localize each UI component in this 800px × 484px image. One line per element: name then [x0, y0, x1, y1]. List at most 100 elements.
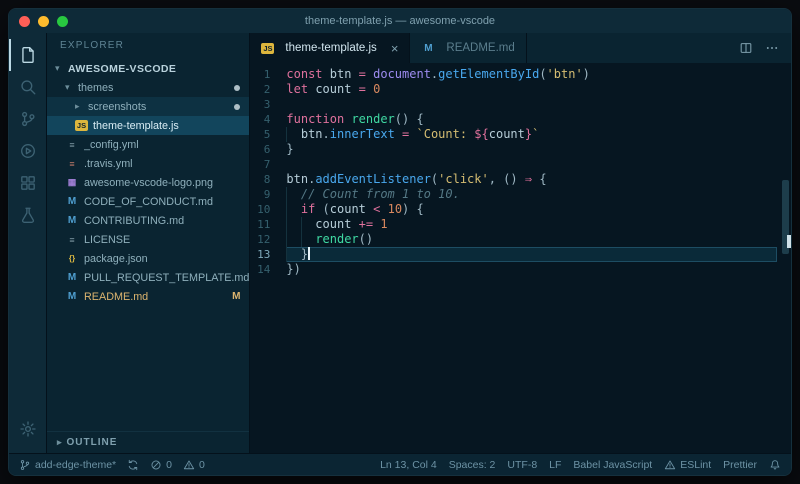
activity-item-run[interactable]	[9, 135, 46, 167]
file-name: awesome-vscode-logo.png	[84, 176, 214, 189]
line-number: 6	[263, 143, 271, 156]
outline-section[interactable]: ▸ OUTLINE	[47, 431, 250, 453]
indent-guide	[286, 127, 288, 142]
outline-label: OUTLINE	[66, 437, 118, 448]
branch-icon	[19, 459, 31, 471]
status-cursor-position[interactable]: Ln 13, Col 4	[380, 459, 437, 471]
chevron-down-icon: ▾	[65, 82, 70, 92]
overview-ruler-cursor	[787, 234, 791, 248]
tree-item-config-yml[interactable]: ≡ _config.yml	[47, 135, 249, 154]
tab-readme-md[interactable]: M README.md	[410, 33, 527, 63]
code-line-5: 5 btn.innerText = `Count: ${count}`	[250, 127, 791, 142]
tree-item-themes[interactable]: ▾ themes	[47, 78, 249, 97]
maximize-button[interactable]	[57, 15, 68, 27]
code-content: btn.addEventListener('click', () ⇒ {	[286, 172, 547, 186]
indent-guide	[300, 232, 302, 247]
file-name: screenshots	[88, 100, 147, 113]
status-git-branch[interactable]: add-edge-theme*	[19, 459, 116, 471]
status-label: Babel JavaScript	[573, 458, 653, 471]
modified-dot-icon	[234, 84, 241, 91]
code-content: if (count < 10) {	[286, 202, 777, 217]
activity-item-settings[interactable]	[9, 413, 46, 445]
indent-guide	[300, 217, 302, 232]
md-file-icon: M	[67, 215, 77, 226]
line-number: 13	[257, 248, 271, 261]
indent-guide	[286, 247, 288, 262]
code-line-10: 10 if (count < 10) {	[250, 202, 791, 217]
file-name: .travis.yml	[84, 157, 133, 170]
tree-item-package-json[interactable]: {} package.json	[47, 249, 249, 268]
tree-item-screenshots[interactable]: ▸ screenshots	[47, 97, 250, 116]
code-content: function render() {	[286, 112, 424, 126]
code-content	[286, 157, 777, 172]
indent-guide	[286, 232, 288, 247]
chevron-right-icon: ▸	[57, 437, 63, 447]
extensions-icon	[19, 174, 37, 192]
more-actions-button[interactable]	[765, 41, 779, 55]
file-name: LICENSE	[84, 233, 131, 246]
close-button[interactable]	[19, 15, 30, 27]
file-name: theme-template.js	[93, 119, 179, 132]
code-editor[interactable]: 1 const btn = document.getElementById('bt…	[250, 63, 791, 453]
tree-item-license[interactable]: ≡ LICENSE	[47, 230, 249, 249]
activity-item-extensions[interactable]	[9, 167, 46, 199]
activity-item-explorer[interactable]	[9, 39, 46, 71]
tree-item-travis-yml[interactable]: ≡ .travis.yml	[47, 154, 249, 173]
text-cursor	[308, 247, 311, 260]
js-file-icon: JS	[75, 120, 88, 131]
line-number: 5	[263, 128, 271, 141]
tree-item-awesome-vscode-logo-png[interactable]: ▦ awesome-vscode-logo.png	[47, 173, 249, 192]
status-problems-warnings[interactable]: 0	[183, 459, 205, 471]
code-line-4: 4 function render() {	[250, 112, 791, 127]
minimize-button[interactable]	[38, 15, 49, 27]
tree-item-code-of-conduct-md[interactable]: M CODE_OF_CONDUCT.md	[47, 192, 249, 211]
status-eol[interactable]: LF	[549, 459, 561, 471]
tree-item-awesome-vscode[interactable]: ▾ AWESOME-VSCODE	[47, 59, 249, 78]
scrollbar[interactable]	[779, 63, 791, 453]
status-encoding[interactable]: UTF-8	[507, 459, 537, 471]
file-name: themes	[78, 81, 114, 94]
file-name: README.md	[84, 290, 149, 303]
code-content	[286, 97, 777, 112]
tree-item-theme-template-js[interactable]: JS theme-template.js	[47, 116, 250, 135]
run-icon	[19, 142, 37, 160]
status-problems-errors[interactable]: 0	[150, 459, 172, 471]
tab-theme-template-js[interactable]: JS theme-template.js ×	[250, 33, 411, 63]
activity-item-search[interactable]	[9, 71, 46, 103]
split-editor-button[interactable]	[739, 41, 753, 55]
tree-item-pull-request-template-md[interactable]: M PULL_REQUEST_TEMPLATE.md	[47, 268, 250, 287]
code-line-3: 3	[250, 97, 791, 112]
indent-guide	[286, 202, 288, 217]
status-notifications[interactable]	[769, 459, 781, 471]
line-number: 1	[263, 68, 271, 81]
status-eslint[interactable]: ESLint	[664, 459, 711, 471]
file-file-icon: ≡	[69, 234, 75, 245]
code-content: }	[286, 142, 294, 156]
status-sync[interactable]	[127, 459, 139, 471]
tabs: JS theme-template.js × M README.md	[250, 33, 527, 63]
status-prettier[interactable]: Prettier	[723, 459, 757, 471]
line-number: 9	[263, 188, 271, 201]
line-number: 8	[263, 173, 271, 186]
yaml-file-icon: ≡	[69, 158, 75, 169]
activity-item-testing[interactable]	[9, 199, 46, 231]
status-label: add-edge-theme*	[35, 458, 117, 471]
close-icon[interactable]: ×	[391, 42, 399, 55]
line-number: 4	[263, 113, 271, 126]
explorer-header: EXPLORER	[60, 40, 125, 51]
window-title: theme-template.js — awesome-vscode	[304, 15, 496, 27]
status-language-mode[interactable]: Babel JavaScript	[573, 459, 652, 471]
code-content: let count = 0	[286, 82, 381, 96]
file-name: CODE_OF_CONDUCT.md	[84, 195, 213, 208]
status-label: 0	[198, 458, 205, 471]
editor-actions	[739, 33, 791, 63]
more-actions-icon	[765, 41, 779, 55]
activity-item-source-control[interactable]	[9, 103, 46, 135]
tree-item-contributing-md[interactable]: M CONTRIBUTING.md	[47, 211, 249, 230]
tree-item-readme-md[interactable]: M README.md M	[47, 287, 249, 306]
code-line-9: 9 // Count from 1 to 10.	[250, 187, 791, 202]
vscode-window: theme-template.js — awesome-vscode EXPLO…	[8, 8, 792, 476]
status-indentation[interactable]: Spaces: 2	[449, 459, 496, 471]
file-name: AWESOME-VSCODE	[68, 62, 177, 75]
code-content: // Count from 1 to 10.	[286, 187, 777, 202]
